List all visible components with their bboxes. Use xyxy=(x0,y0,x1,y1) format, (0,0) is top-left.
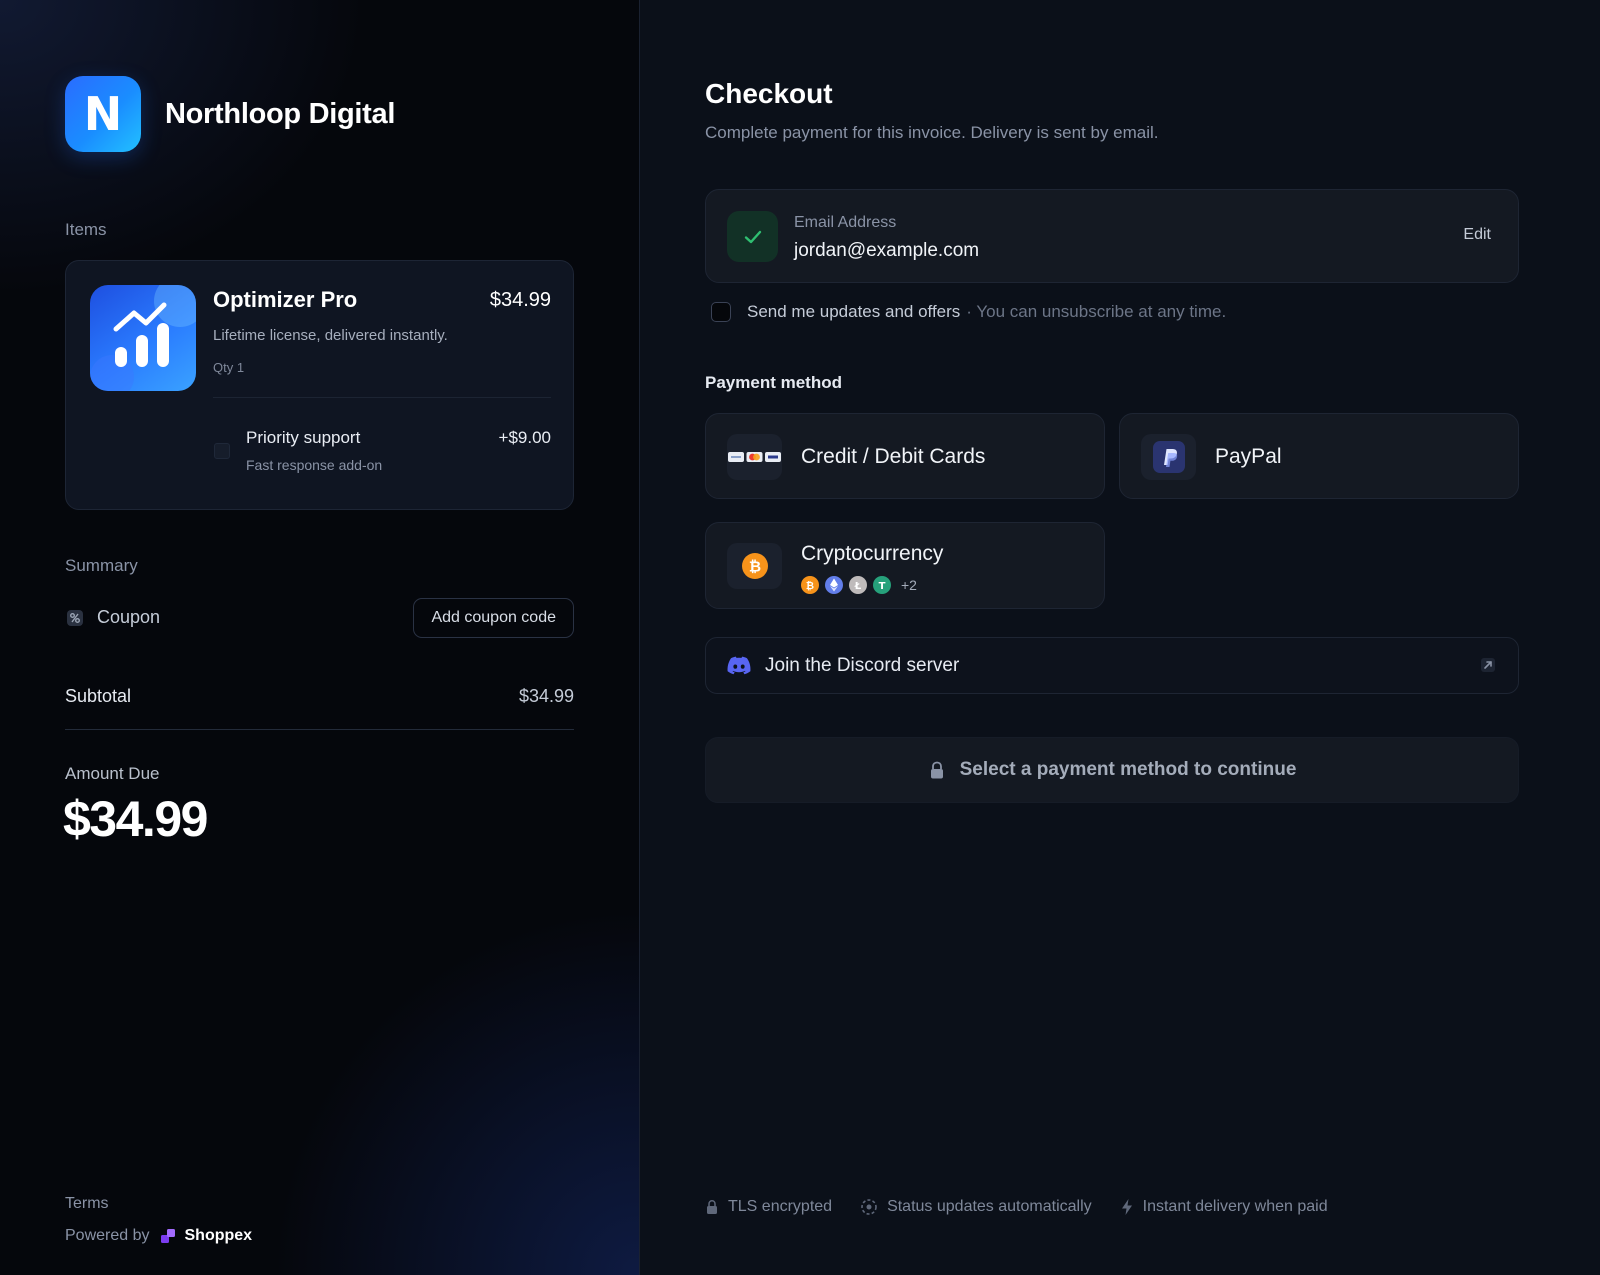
payment-method-paypal[interactable]: PayPal xyxy=(1119,413,1519,499)
brand-logo-letter: N xyxy=(83,87,123,141)
payment-method-cards[interactable]: Credit / Debit Cards xyxy=(705,413,1105,499)
brand-name: Northloop Digital xyxy=(165,97,396,130)
brand: N Northloop Digital xyxy=(65,76,395,152)
checkout-subtitle: Complete payment for this invoice. Deliv… xyxy=(705,123,1159,142)
lock-icon xyxy=(930,761,943,779)
shoppex-link[interactable]: Shoppex xyxy=(185,1227,253,1245)
usdt-coin-icon: T xyxy=(873,576,891,594)
delivery-label: Instant delivery when paid xyxy=(1142,1198,1328,1215)
email-value: jordan@example.com xyxy=(794,240,980,261)
paypal-title: PayPal xyxy=(1215,445,1282,468)
powered-by: Powered by Shoppex xyxy=(65,1227,252,1245)
product-name: Optimizer Pro xyxy=(213,287,358,312)
brand-logo: N xyxy=(65,76,141,152)
updates-row: Send me updates and offers · You can uns… xyxy=(711,302,1226,322)
subtotal-value: $34.99 xyxy=(518,686,574,706)
coupon-row: Coupon Add coupon code xyxy=(65,598,574,638)
order-summary-panel: N Northloop Digital Items Optimizer Pro … xyxy=(0,0,640,1275)
email-card: Email Address jordan@example.com Edit xyxy=(705,189,1519,283)
delivery-item: Instant delivery when paid xyxy=(1120,1198,1328,1216)
ltc-coin-icon: Ł xyxy=(849,576,867,594)
addon-checkbox[interactable] xyxy=(214,443,230,459)
tls-label: TLS encrypted xyxy=(728,1198,833,1215)
discord-icon xyxy=(727,656,751,675)
crypto-coins: ₿ Ł T +2 xyxy=(801,575,917,595)
check-icon xyxy=(727,211,778,262)
amount-due-label: Amount Due xyxy=(65,764,160,783)
updates-label: Send me updates and offers xyxy=(747,302,961,321)
trust-footer: TLS encrypted Status updates automatical… xyxy=(705,1198,1356,1216)
shoppex-logo-icon xyxy=(160,1229,175,1243)
sync-status-icon xyxy=(861,1199,877,1215)
svg-text:₿: ₿ xyxy=(806,580,814,592)
addon-price: +$9.00 xyxy=(498,428,551,447)
addon-name: Priority support xyxy=(246,428,361,447)
status-item: Status updates automatically xyxy=(860,1198,1092,1216)
svg-text:₿: ₿ xyxy=(748,558,760,576)
bitcoin-icon: ₿ xyxy=(727,543,782,589)
btc-coin-icon: ₿ xyxy=(801,576,819,594)
svg-text:T: T xyxy=(879,581,886,592)
terms-link[interactable]: Terms xyxy=(65,1195,109,1213)
updates-note: · You can unsubscribe at any time. xyxy=(966,302,1227,321)
product-qty: Qty 1 xyxy=(213,360,245,375)
item-card: Optimizer Pro $34.99 Lifetime license, d… xyxy=(65,260,574,510)
checkout-title: Checkout xyxy=(705,78,833,109)
item-divider xyxy=(213,397,551,398)
payment-method-crypto[interactable]: ₿ Cryptocurrency ₿ Ł T +2 xyxy=(705,522,1105,609)
summary-label: Summary xyxy=(65,556,138,575)
status-label: Status updates automatically xyxy=(887,1198,1092,1215)
svg-text:Ł: Ł xyxy=(854,581,862,592)
paypal-icon xyxy=(1141,434,1196,480)
updates-checkbox[interactable] xyxy=(711,302,731,322)
crypto-more-count: +2 xyxy=(901,577,917,593)
email-label: Email Address xyxy=(794,214,897,231)
powered-by-label: Powered by xyxy=(65,1227,150,1244)
coupon-icon xyxy=(67,610,83,626)
discord-link[interactable]: Join the Discord server xyxy=(705,637,1519,694)
cards-title: Credit / Debit Cards xyxy=(801,445,986,468)
coupon-label: Coupon xyxy=(97,607,161,627)
product-chart-icon xyxy=(90,285,196,391)
external-link-icon xyxy=(1481,658,1495,672)
eth-coin-icon xyxy=(825,576,843,594)
amount-due-value: $34.99 xyxy=(63,791,208,847)
add-coupon-button[interactable]: Add coupon code xyxy=(413,598,574,638)
email-edit-button[interactable]: Edit xyxy=(1463,226,1491,244)
lightning-icon xyxy=(1121,1199,1132,1215)
subtotal-label: Subtotal xyxy=(65,686,132,706)
tls-item: TLS encrypted xyxy=(705,1198,832,1216)
crypto-title: Cryptocurrency xyxy=(801,542,944,565)
continue-label: Select a payment method to continue xyxy=(959,759,1297,780)
product-price: $34.99 xyxy=(489,289,551,311)
discord-label: Join the Discord server xyxy=(765,655,960,676)
payment-method-label: Payment method xyxy=(705,373,842,392)
summary-divider xyxy=(65,729,574,730)
continue-button[interactable]: Select a payment method to continue xyxy=(705,737,1519,803)
credit-cards-icon xyxy=(727,434,782,480)
items-label: Items xyxy=(65,220,107,239)
product-description: Lifetime license, delivered instantly. xyxy=(213,327,448,344)
lock-icon xyxy=(707,1200,717,1214)
addon-description: Fast response add-on xyxy=(246,457,383,473)
